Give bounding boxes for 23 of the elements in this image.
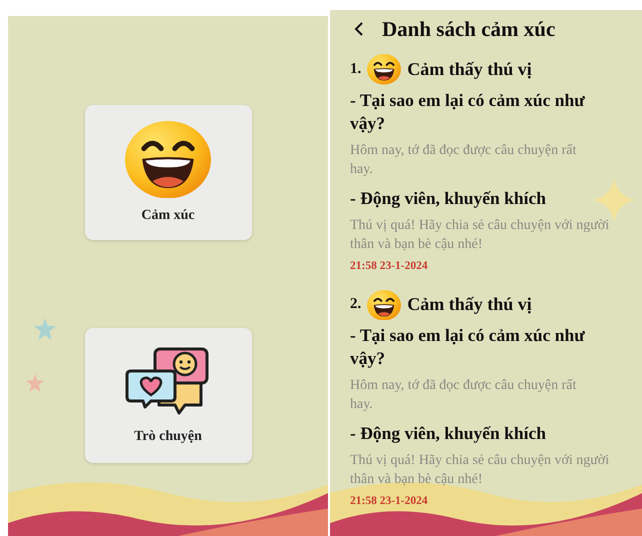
smiling-face-icon (125, 120, 211, 198)
advice-text: Thú vị quá! Hãy chia sẻ câu chuyện với người thân và bạn bè cậu nhé! (350, 216, 610, 254)
answer-text: Hôm nay, tớ đã đọc được câu chuyện rất hay. (350, 377, 578, 414)
question-text: - Tại sao em lại có cảm xúc như vậy? (350, 324, 586, 370)
screen-title: Danh sách cảm xúc (382, 16, 556, 42)
star-drawing (34, 318, 56, 340)
timestamp: 21:58 23-1-2024 (350, 260, 429, 272)
question-text: - Tại sao em lại có cảm xúc như vậy? (350, 88, 586, 135)
advice-heading: - Động viên, khuyến khích (350, 186, 547, 210)
advice-text: Thú vị quá! Hãy chia sẻ câu chuyện với người thân và bạn bè cậu nhé! (350, 452, 610, 490)
entry-number: 2. (350, 296, 362, 314)
advice-heading: - Động viên, khuyến khích (350, 422, 547, 446)
menu-card[interactable]: Trò chuyện (84, 328, 252, 463)
smiling-face-icon (367, 54, 402, 85)
menu-card[interactable]: Cảm xúc (84, 105, 252, 240)
answer-text: Hôm nay, tớ đã đọc được câu chuyện rất hay. (350, 142, 578, 179)
smiling-face-icon (367, 290, 402, 320)
star-drawing (26, 374, 44, 392)
emotion-name: Cảm thấy thú vị (407, 58, 532, 80)
timestamp: 21:58 23-1-2024 (350, 495, 429, 508)
entry-number: 1. (350, 60, 362, 78)
back-icon[interactable] (354, 22, 364, 36)
emotion-name: Cảm thấy thú vị (407, 294, 532, 316)
